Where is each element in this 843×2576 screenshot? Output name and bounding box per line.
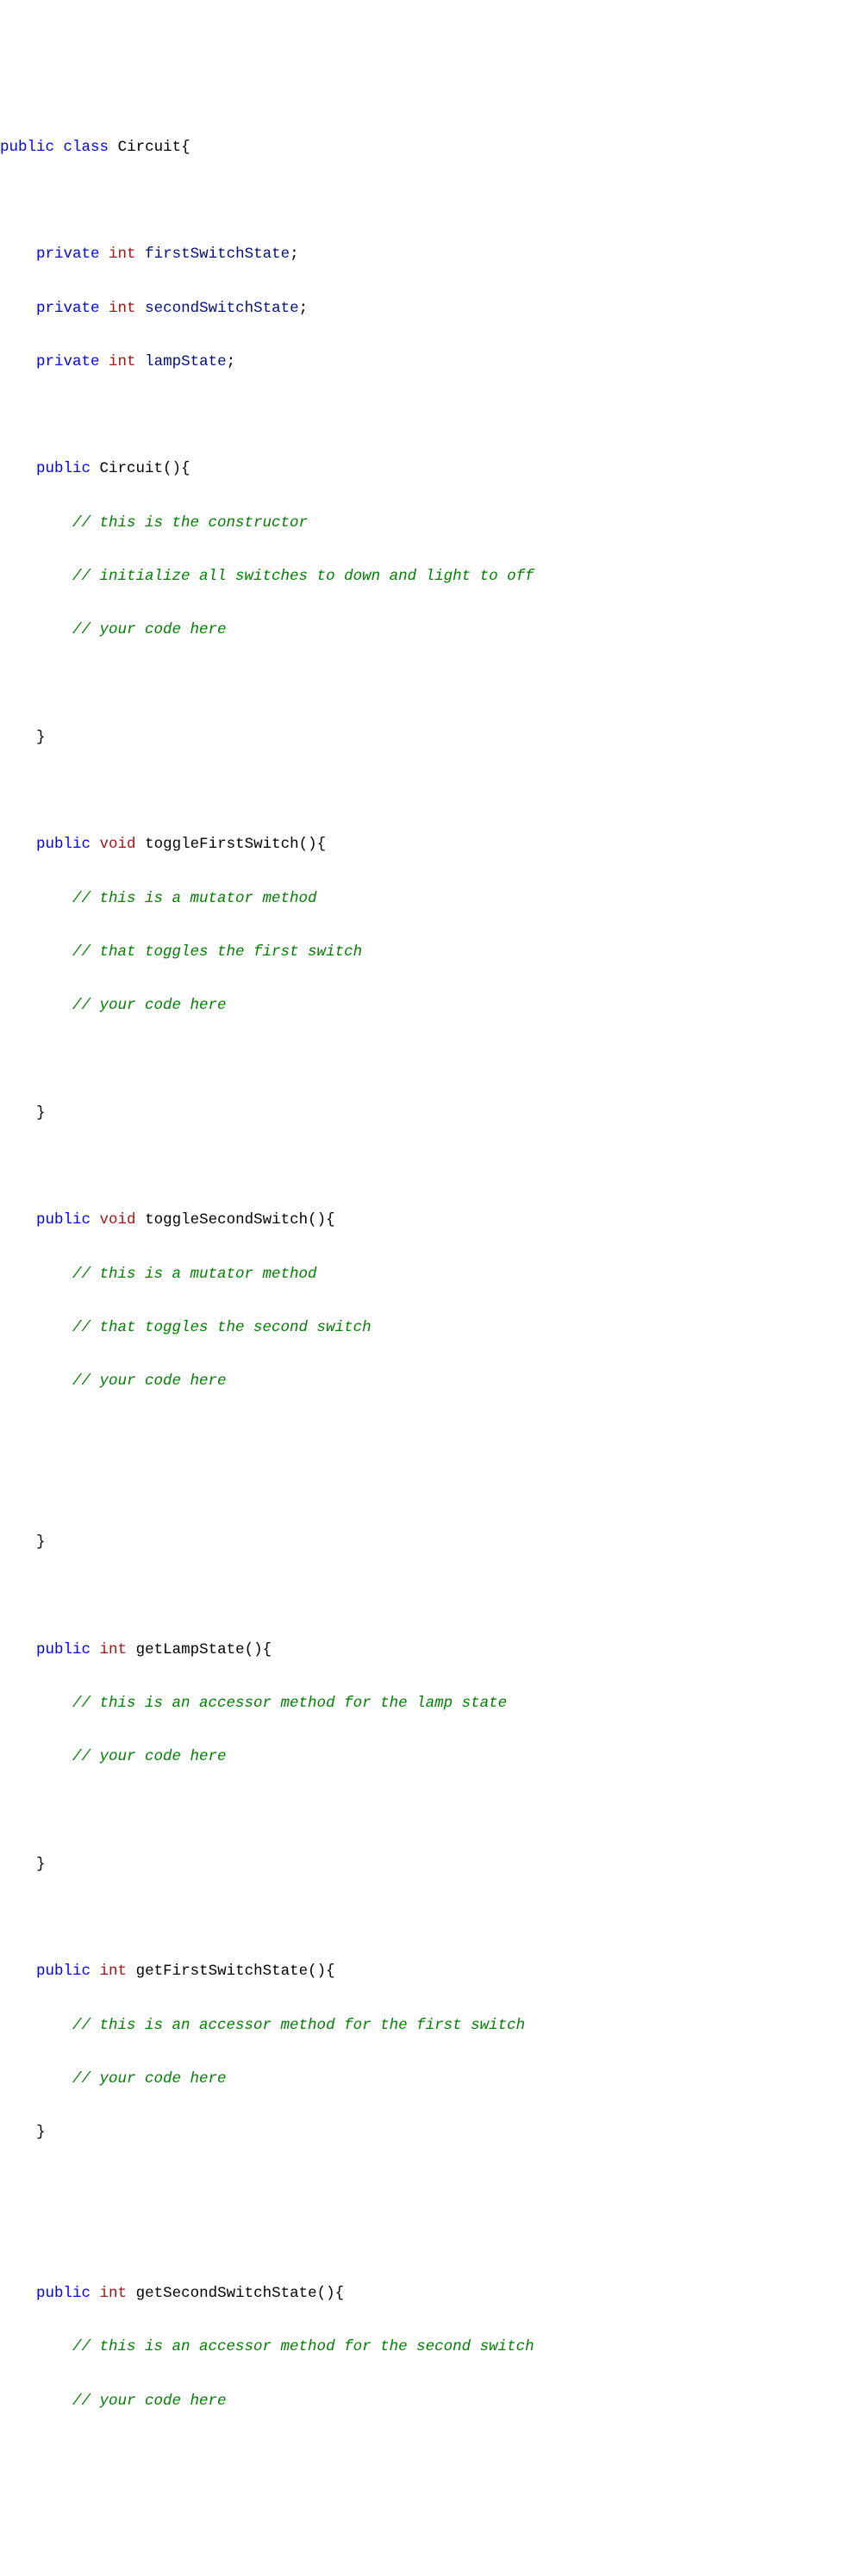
keyword-public: public — [36, 1211, 91, 1229]
code-line: public void toggleFirstSwitch(){ — [0, 831, 843, 858]
comment: // this is an accessor method for the fi… — [72, 2017, 525, 2034]
code-line: // your code here — [0, 2388, 843, 2415]
code-line: } — [0, 2119, 843, 2146]
code-line: private int lampState; — [0, 349, 843, 376]
close-brace: } — [36, 1534, 46, 1551]
code-line: // this is the constructor — [0, 510, 843, 537]
comment: // this is the constructor — [72, 514, 308, 532]
code-line: // this is a mutator method — [0, 1261, 843, 1288]
code-line — [0, 1046, 843, 1073]
comment: // that toggles the first switch — [72, 943, 362, 961]
code-line: public int getFirstSwitchState(){ — [0, 1958, 843, 1985]
keyword-private: private — [36, 353, 100, 370]
comment: // your code here — [72, 1748, 227, 1765]
code-line — [0, 671, 843, 698]
close-brace: } — [36, 1856, 46, 1873]
keyword-public: public — [0, 139, 54, 156]
code-line: // this is an accessor method for the se… — [0, 2334, 843, 2361]
code-line: // this is an accessor method for the fi… — [0, 2013, 843, 2039]
type-int: int — [109, 300, 136, 317]
code-line: } — [0, 1851, 843, 1878]
field-name: lampState — [145, 353, 227, 370]
type-int: int — [100, 2285, 128, 2302]
comment: // your code here — [72, 2392, 227, 2410]
type-int: int — [100, 1641, 128, 1658]
code-line: // initialize all switches to down and l… — [0, 563, 843, 590]
code-line: } — [0, 1529, 843, 1556]
code-line: // that toggles the first switch — [0, 939, 843, 966]
code-block: public class Circuit{ private int firstS… — [0, 108, 843, 2442]
comment: // your code here — [72, 997, 227, 1014]
field-name: secondSwitchState — [145, 300, 299, 317]
close-brace: } — [36, 2124, 46, 2141]
field-name: firstSwitchState — [145, 246, 290, 263]
code-line: public Circuit(){ — [0, 456, 843, 482]
method-name: getLampState(){ — [136, 1641, 272, 1658]
code-line — [0, 1154, 843, 1180]
keyword-public: public — [36, 836, 91, 853]
comment: // this is an accessor method for the se… — [72, 2338, 534, 2355]
keyword-public: public — [36, 2285, 91, 2302]
comment: // your code here — [72, 1372, 227, 1390]
code-line: public class Circuit{ — [0, 134, 843, 161]
code-line — [0, 778, 843, 805]
code-line: // your code here — [0, 617, 843, 644]
code-line — [0, 1905, 843, 1932]
class-name: Circuit{ — [118, 139, 190, 156]
code-line — [0, 402, 843, 429]
comment: // initialize all switches to down and l… — [72, 568, 534, 585]
keyword-private: private — [36, 246, 100, 263]
code-line: } — [0, 725, 843, 751]
semicolon: ; — [290, 246, 299, 263]
keyword-public: public — [36, 1641, 91, 1658]
code-line: } — [0, 1100, 843, 1127]
code-line: public int getLampState(){ — [0, 1637, 843, 1664]
keyword-private: private — [36, 300, 100, 317]
code-line: // this is an accessor method for the la… — [0, 1690, 843, 1717]
code-line: // your code here — [0, 1744, 843, 1770]
code-line — [0, 2227, 843, 2254]
comment: // this is a mutator method — [72, 1266, 317, 1283]
keyword-public: public — [36, 460, 91, 477]
keyword-class: class — [64, 139, 109, 156]
semicolon: ; — [299, 300, 309, 317]
code-line: // this is a mutator method — [0, 886, 843, 912]
comment: // that toggles the second switch — [72, 1319, 372, 1336]
comment: // this is an accessor method for the la… — [72, 1695, 507, 1712]
type-int: int — [109, 246, 136, 263]
code-line — [0, 1797, 843, 1824]
comment: // this is a mutator method — [72, 890, 317, 907]
code-line: // your code here — [0, 2066, 843, 2093]
comment: // your code here — [72, 2070, 227, 2088]
code-line — [0, 1422, 843, 1448]
type-void: void — [100, 836, 136, 853]
code-line: public int getSecondSwitchState(){ — [0, 2280, 843, 2307]
code-line: // that toggles the second switch — [0, 1315, 843, 1341]
code-line: // your code here — [0, 1368, 843, 1395]
code-line: private int firstSwitchState; — [0, 241, 843, 268]
method-name: getSecondSwitchState(){ — [136, 2285, 345, 2302]
type-int: int — [109, 353, 136, 370]
constructor-name: Circuit(){ — [100, 460, 190, 477]
code-line: private int secondSwitchState; — [0, 296, 843, 322]
close-brace: } — [36, 729, 46, 746]
close-brace: } — [36, 1104, 46, 1122]
semicolon: ; — [227, 353, 236, 370]
method-name: getFirstSwitchState(){ — [136, 1963, 335, 1980]
comment: // your code here — [72, 621, 227, 638]
type-void: void — [100, 1211, 136, 1229]
type-int: int — [100, 1963, 128, 1980]
method-name: toggleFirstSwitch(){ — [145, 836, 326, 853]
code-line: public void toggleSecondSwitch(){ — [0, 1207, 843, 1234]
code-line: // your code here — [0, 992, 843, 1019]
code-line — [0, 2173, 843, 2200]
code-line — [0, 188, 843, 215]
code-line — [0, 1476, 843, 1503]
keyword-public: public — [36, 1963, 91, 1980]
code-line — [0, 1583, 843, 1609]
method-name: toggleSecondSwitch(){ — [145, 1211, 335, 1229]
